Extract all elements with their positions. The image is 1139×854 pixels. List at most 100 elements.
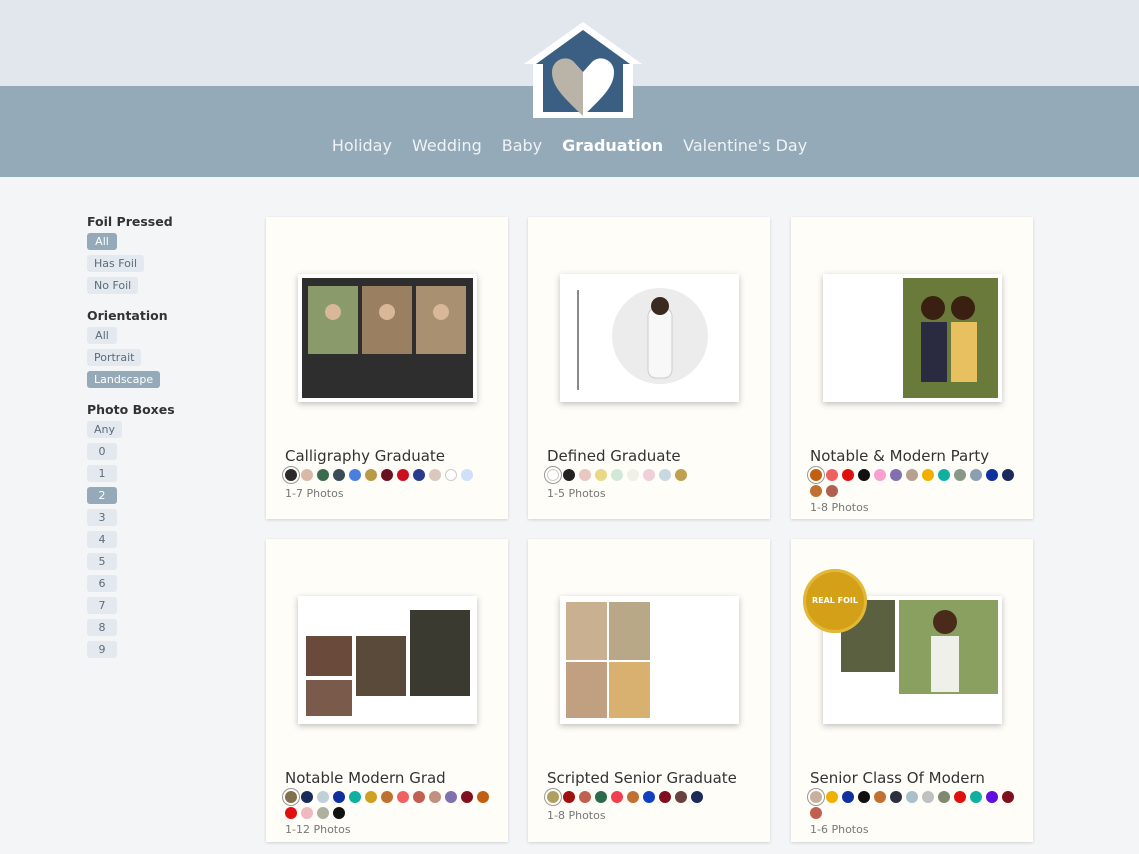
color-swatch[interactable] bbox=[675, 791, 687, 803]
color-swatch[interactable] bbox=[890, 791, 902, 803]
color-swatch[interactable] bbox=[547, 791, 559, 803]
color-swatch[interactable] bbox=[810, 485, 822, 497]
nav-item-baby[interactable]: Baby bbox=[502, 136, 542, 155]
card-title[interactable]: Notable Modern Grad bbox=[285, 769, 446, 787]
color-swatch[interactable] bbox=[1002, 791, 1014, 803]
color-swatch[interactable] bbox=[595, 791, 607, 803]
color-swatch[interactable] bbox=[842, 791, 854, 803]
color-swatch[interactable] bbox=[317, 791, 329, 803]
color-swatch[interactable] bbox=[675, 469, 687, 481]
photo-boxes-filter-option-1[interactable]: 1 bbox=[87, 465, 117, 482]
product-card[interactable]: Calligraphy Graduate 1-7 Photos bbox=[266, 217, 508, 519]
color-swatch[interactable] bbox=[659, 791, 671, 803]
color-swatch[interactable] bbox=[858, 791, 870, 803]
color-swatch[interactable] bbox=[954, 469, 966, 481]
color-swatch[interactable] bbox=[890, 469, 902, 481]
color-swatch[interactable] bbox=[461, 469, 473, 481]
card-title[interactable]: Senior Class Of Modern bbox=[810, 769, 985, 787]
color-swatch[interactable] bbox=[317, 469, 329, 481]
color-swatch[interactable] bbox=[285, 469, 297, 481]
color-swatch[interactable] bbox=[611, 469, 623, 481]
product-card[interactable]: Notable & Modern Party 1-8 Photos bbox=[791, 217, 1033, 519]
foil-filter-option-no-foil[interactable]: No Foil bbox=[87, 277, 139, 294]
color-swatch[interactable] bbox=[858, 469, 870, 481]
card-thumbnail[interactable] bbox=[560, 274, 739, 402]
color-swatch[interactable] bbox=[595, 469, 607, 481]
product-card[interactable]: Scripted Senior Graduate 1-8 Photos bbox=[528, 539, 770, 842]
color-swatch[interactable] bbox=[349, 469, 361, 481]
color-swatch[interactable] bbox=[970, 469, 982, 481]
foil-filter-option-has-foil[interactable]: Has Foil bbox=[87, 255, 145, 272]
card-thumbnail[interactable] bbox=[560, 596, 739, 724]
color-swatch[interactable] bbox=[301, 791, 313, 803]
color-swatch[interactable] bbox=[986, 469, 998, 481]
color-swatch[interactable] bbox=[627, 469, 639, 481]
photo-boxes-filter-option-9[interactable]: 9 bbox=[87, 641, 117, 658]
nav-item-valentine-s-day[interactable]: Valentine's Day bbox=[683, 136, 807, 155]
color-swatch[interactable] bbox=[826, 791, 838, 803]
color-swatch[interactable] bbox=[986, 791, 998, 803]
color-swatch[interactable] bbox=[691, 791, 703, 803]
color-swatch[interactable] bbox=[397, 469, 409, 481]
color-swatch[interactable] bbox=[1002, 469, 1014, 481]
photo-boxes-filter-option-6[interactable]: 6 bbox=[87, 575, 117, 592]
color-swatch[interactable] bbox=[954, 791, 966, 803]
color-swatch[interactable] bbox=[445, 469, 457, 481]
color-swatch[interactable] bbox=[381, 469, 393, 481]
color-swatch[interactable] bbox=[301, 807, 313, 819]
color-swatch[interactable] bbox=[906, 791, 918, 803]
foil-filter-option-all[interactable]: All bbox=[87, 233, 117, 250]
photo-boxes-filter-option-0[interactable]: 0 bbox=[87, 443, 117, 460]
color-swatch[interactable] bbox=[874, 791, 886, 803]
orientation-filter-option-portrait[interactable]: Portrait bbox=[87, 349, 142, 366]
color-swatch[interactable] bbox=[317, 807, 329, 819]
color-swatch[interactable] bbox=[429, 791, 441, 803]
color-swatch[interactable] bbox=[445, 791, 457, 803]
product-card[interactable]: Defined Graduate 1-5 Photos bbox=[528, 217, 770, 519]
color-swatch[interactable] bbox=[333, 469, 345, 481]
card-thumbnail[interactable] bbox=[823, 274, 1002, 402]
photo-boxes-filter-option-4[interactable]: 4 bbox=[87, 531, 117, 548]
color-swatch[interactable] bbox=[810, 791, 822, 803]
color-swatch[interactable] bbox=[477, 791, 489, 803]
color-swatch[interactable] bbox=[365, 791, 377, 803]
color-swatch[interactable] bbox=[922, 469, 934, 481]
color-swatch[interactable] bbox=[563, 791, 575, 803]
color-swatch[interactable] bbox=[333, 807, 345, 819]
product-card[interactable]: Notable Modern Grad 1-12 Photos bbox=[266, 539, 508, 842]
color-swatch[interactable] bbox=[301, 469, 313, 481]
color-swatch[interactable] bbox=[333, 791, 345, 803]
photo-boxes-filter-option-8[interactable]: 8 bbox=[87, 619, 117, 636]
color-swatch[interactable] bbox=[547, 469, 559, 481]
color-swatch[interactable] bbox=[970, 791, 982, 803]
color-swatch[interactable] bbox=[627, 791, 639, 803]
color-swatch[interactable] bbox=[922, 791, 934, 803]
color-swatch[interactable] bbox=[659, 469, 671, 481]
color-swatch[interactable] bbox=[643, 469, 655, 481]
color-swatch[interactable] bbox=[579, 791, 591, 803]
card-title[interactable]: Defined Graduate bbox=[547, 447, 681, 465]
product-card[interactable]: REAL FOIL Senior Class Of Modern 1-6 Photo… bbox=[791, 539, 1033, 842]
color-swatch[interactable] bbox=[563, 469, 575, 481]
card-title[interactable]: Calligraphy Graduate bbox=[285, 447, 445, 465]
color-swatch[interactable] bbox=[349, 791, 361, 803]
color-swatch[interactable] bbox=[611, 791, 623, 803]
nav-item-graduation[interactable]: Graduation bbox=[562, 136, 663, 155]
photo-boxes-filter-option-3[interactable]: 3 bbox=[87, 509, 117, 526]
color-swatch[interactable] bbox=[285, 807, 297, 819]
color-swatch[interactable] bbox=[826, 469, 838, 481]
nav-item-wedding[interactable]: Wedding bbox=[412, 136, 482, 155]
card-thumbnail[interactable] bbox=[298, 596, 477, 724]
card-title[interactable]: Notable & Modern Party bbox=[810, 447, 989, 465]
color-swatch[interactable] bbox=[579, 469, 591, 481]
color-swatch[interactable] bbox=[365, 469, 377, 481]
color-swatch[interactable] bbox=[397, 791, 409, 803]
photo-boxes-filter-option-2[interactable]: 2 bbox=[87, 487, 117, 504]
color-swatch[interactable] bbox=[906, 469, 918, 481]
nav-item-holiday[interactable]: Holiday bbox=[332, 136, 392, 155]
home-heart-logo-icon[interactable] bbox=[522, 20, 644, 120]
color-swatch[interactable] bbox=[826, 485, 838, 497]
color-swatch[interactable] bbox=[842, 469, 854, 481]
color-swatch[interactable] bbox=[413, 791, 425, 803]
color-swatch[interactable] bbox=[938, 791, 950, 803]
